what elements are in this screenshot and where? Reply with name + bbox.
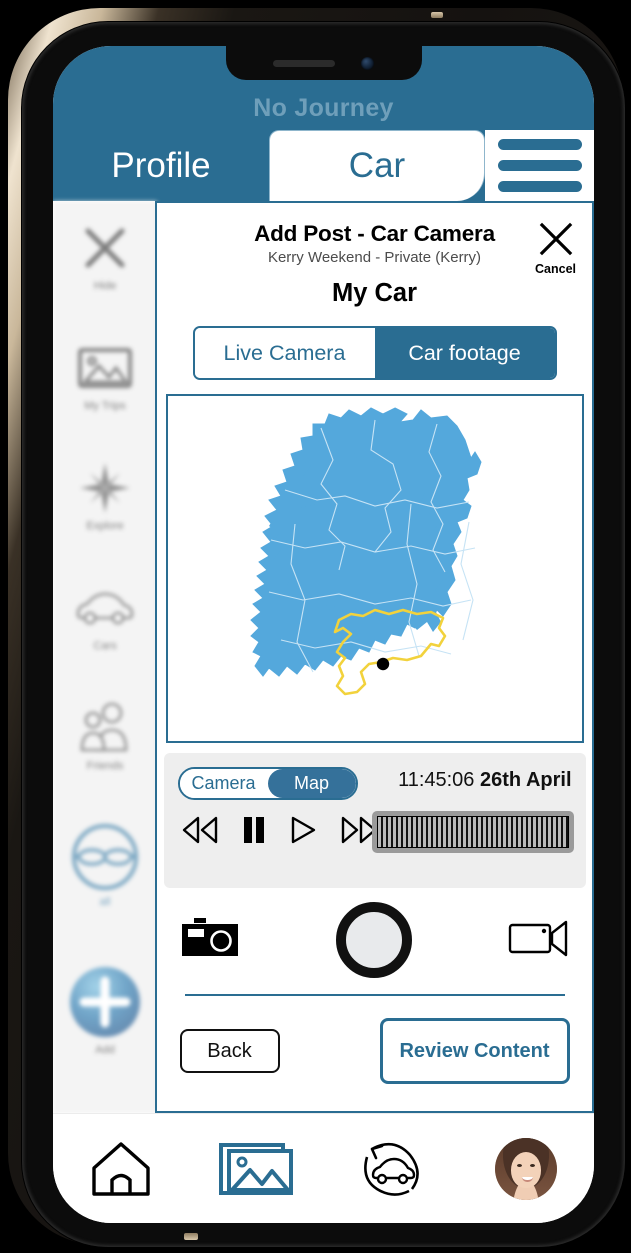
pause-button[interactable] xyxy=(241,815,267,845)
camera-icon xyxy=(181,917,238,956)
photo-gallery-icon xyxy=(218,1142,293,1195)
sidebar-item-label: Cars xyxy=(93,640,117,652)
pause-icon xyxy=(243,817,264,843)
record-video-button[interactable] xyxy=(508,917,570,964)
scrubber-track xyxy=(376,816,569,848)
transport-controls xyxy=(180,815,379,845)
view-option-camera[interactable]: Camera xyxy=(179,769,268,798)
close-x-icon xyxy=(53,219,157,277)
speaker-grille-icon xyxy=(273,59,335,67)
tab-live-camera[interactable]: Live Camera xyxy=(194,328,375,378)
ireland-map xyxy=(249,406,482,695)
rewind-icon xyxy=(182,816,217,844)
cancel-label: Cancel xyxy=(535,262,576,276)
people-icon xyxy=(53,699,157,757)
sidebar-item-add[interactable]: Add xyxy=(53,963,157,1056)
sidebar-item-label: all xyxy=(99,896,111,908)
take-photo-button[interactable] xyxy=(180,916,240,965)
shutter-button[interactable] xyxy=(335,902,412,978)
car-refresh-icon xyxy=(364,1142,419,1196)
timestamp-time: 11:45:06 xyxy=(398,769,475,791)
timestamp: 11:45:06 26th April xyxy=(398,769,571,792)
front-camera-icon xyxy=(361,56,374,70)
phone-notch xyxy=(225,46,422,80)
avatar[interactable] xyxy=(495,1137,558,1200)
bottom-navigation xyxy=(53,1113,594,1223)
sidebar-item-label: My Trips xyxy=(84,400,126,412)
current-location-marker xyxy=(376,657,389,670)
rewind-button[interactable] xyxy=(180,815,220,845)
sidebar-item-hide[interactable]: Hide xyxy=(53,219,157,292)
ireland-landmass xyxy=(249,406,482,677)
journey-status-label: No Journey xyxy=(253,94,394,122)
left-sidebar[interactable]: Hide My Trips Explore Cars Friends all A… xyxy=(53,201,157,1113)
modal-subtitle: Kerry Weekend - Private (Kerry) xyxy=(267,249,482,266)
capture-controls xyxy=(180,902,570,978)
sidebar-item-cars[interactable]: Cars xyxy=(53,579,157,652)
plus-circle-icon xyxy=(53,963,157,1041)
review-content-button[interactable]: Review Content xyxy=(379,1018,570,1084)
film-strip-scrubber[interactable] xyxy=(371,811,574,853)
home-icon xyxy=(91,1141,150,1196)
sidebar-item-explore[interactable]: Explore xyxy=(53,459,157,532)
phone-screen: No Journey Profile Car Hide My Trips Exp… xyxy=(53,46,594,1223)
modal-title: Add Post - Car Camera xyxy=(254,221,495,246)
modal-header: Add Post - Car Camera Kerry Weekend - Pr… xyxy=(157,203,592,308)
sidebar-item-my-trips[interactable]: My Trips xyxy=(53,339,157,412)
avatar-face xyxy=(511,1151,542,1188)
nav-item-car-sync[interactable] xyxy=(324,1137,459,1201)
play-button[interactable] xyxy=(288,815,318,845)
timestamp-date: 26th April xyxy=(480,769,572,791)
hamburger-menu-icon[interactable] xyxy=(497,139,582,192)
source-toggle[interactable]: Live Camera Car footage xyxy=(192,326,557,380)
close-x-icon xyxy=(539,222,572,256)
nav-item-home[interactable] xyxy=(53,1140,188,1198)
phone-frame: No Journey Profile Car Hide My Trips Exp… xyxy=(8,8,625,1247)
sidebar-item-label: Hide xyxy=(93,280,117,292)
avatar-eye-right xyxy=(530,1163,536,1167)
add-post-modal: Add Post - Car Camera Kerry Weekend - Pr… xyxy=(155,201,594,1113)
sidebar-item-all[interactable]: all xyxy=(53,821,157,908)
phone-power-button[interactable] xyxy=(431,12,443,18)
tab-car-footage[interactable]: Car footage xyxy=(374,328,555,378)
view-option-map[interactable]: Map xyxy=(267,769,356,798)
modal-footer: Back Review Content xyxy=(179,1018,570,1084)
sidebar-item-label: Add xyxy=(95,1044,115,1056)
play-icon xyxy=(291,816,315,844)
header-tab-bar: Profile Car xyxy=(53,130,594,201)
back-button[interactable]: Back xyxy=(179,1029,280,1073)
sidebar-item-label: Explore xyxy=(86,520,124,532)
car-icon xyxy=(53,579,157,637)
compass-icon xyxy=(53,459,157,517)
sidebar-item-friends[interactable]: Friends xyxy=(53,699,157,772)
map-viewport[interactable] xyxy=(165,394,584,743)
cancel-button[interactable]: Cancel xyxy=(535,219,576,276)
playback-panel: Camera Map 11:45:06 26th April xyxy=(163,753,586,888)
photo-gallery-icon xyxy=(53,339,157,397)
phone-volume-button[interactable] xyxy=(184,1233,198,1240)
view-toggle[interactable]: Camera Map xyxy=(177,767,358,800)
avatar-eye-left xyxy=(517,1163,523,1167)
section-divider xyxy=(184,994,565,996)
car-name-label: My Car xyxy=(331,279,418,307)
nav-item-profile[interactable] xyxy=(459,1137,594,1200)
header-menu-area xyxy=(485,130,594,201)
sidebar-item-label: Friends xyxy=(86,760,124,772)
glasses-circle-icon xyxy=(53,821,157,893)
video-camera-icon xyxy=(508,920,567,956)
tab-car[interactable]: Car xyxy=(269,130,485,201)
nav-item-gallery[interactable] xyxy=(188,1140,323,1198)
tab-profile[interactable]: Profile xyxy=(53,130,269,201)
